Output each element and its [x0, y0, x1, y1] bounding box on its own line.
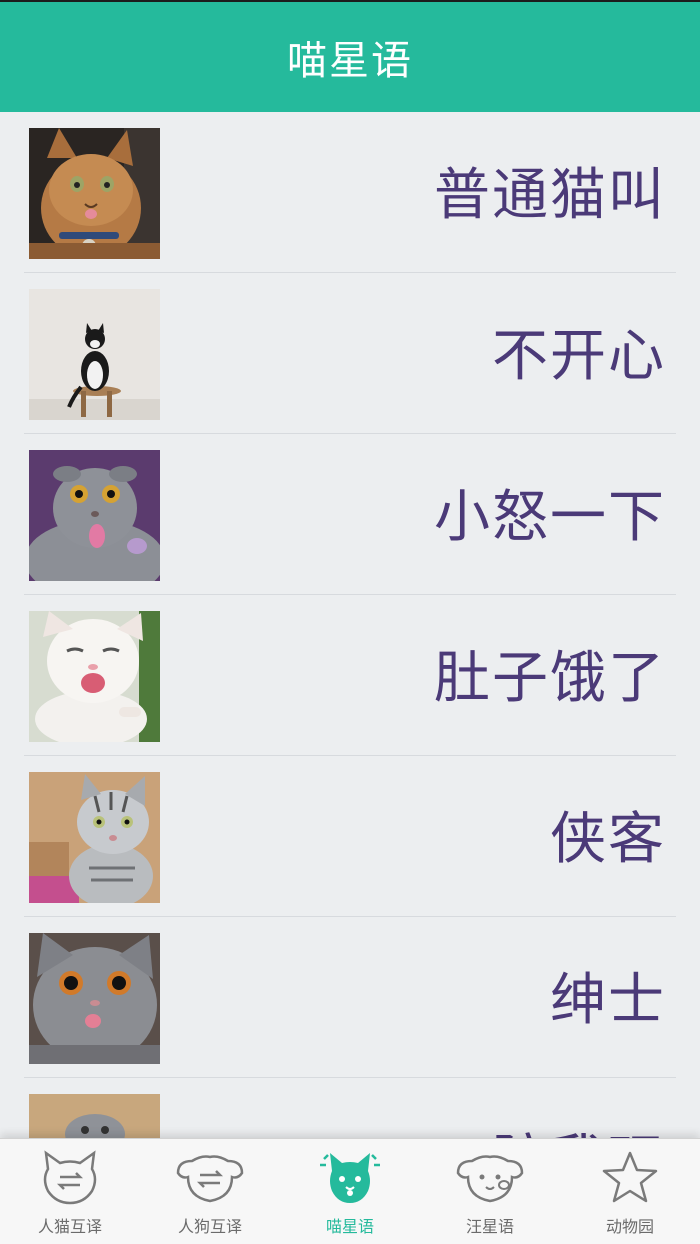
list-item[interactable]: 肚子饿了	[24, 595, 676, 756]
list-item[interactable]: 绅士	[24, 917, 676, 1078]
tab-cat-translate[interactable]: 人猫互译	[0, 1139, 140, 1244]
grey-kitten-photo	[29, 1094, 160, 1138]
bottom-tab-bar: 人猫互译 人狗互译 喵星语 汪星语 动物园	[0, 1138, 700, 1244]
row-label: 普通猫叫	[434, 163, 666, 228]
tab-label: 动物园	[605, 1217, 654, 1236]
cat-face-icon	[320, 1153, 380, 1203]
tuxedo-cat-on-stool-photo	[29, 289, 160, 420]
row-label: 肚子饿了	[434, 646, 666, 711]
orange-tabby-cat-photo	[29, 128, 160, 259]
tab-dog-translate[interactable]: 人狗互译	[140, 1139, 280, 1244]
list-item[interactable]: 陪我玩	[24, 1078, 676, 1138]
page-title: 喵星语	[287, 38, 413, 84]
tab-cat-language[interactable]: 喵星语	[280, 1139, 420, 1244]
tab-zoo[interactable]: 动物园	[560, 1139, 700, 1244]
row-label: 侠客	[550, 807, 666, 872]
tab-label: 人猫互译	[37, 1217, 102, 1236]
row-label: 陪我玩	[492, 1116, 666, 1138]
cat-translate-icon	[43, 1150, 97, 1205]
tab-dog-language[interactable]: 汪星语	[420, 1139, 560, 1244]
grey-cat-big-eyes-photo	[29, 933, 160, 1064]
row-label: 不开心	[492, 324, 666, 389]
tab-label: 人狗互译	[177, 1217, 242, 1236]
tab-label: 汪星语	[465, 1217, 514, 1236]
app-screen: 喵星语 普通猫叫 不开心 小怒一下 肚子饿了 侠客 绅士 人猫互译 人狗互译 喵…	[0, 0, 700, 1244]
list-item[interactable]: 不开心	[24, 273, 676, 434]
list-item[interactable]: 侠客	[24, 756, 676, 917]
dog-translate-icon	[176, 1155, 244, 1203]
dog-face-icon	[456, 1155, 524, 1203]
row-label: 绅士	[550, 968, 666, 1033]
title-bar: 喵星语	[0, 0, 700, 112]
grey-scottish-fold-cat-photo	[29, 450, 160, 581]
row-label: 小怒一下	[434, 485, 666, 550]
silver-tabby-cat-photo	[29, 772, 160, 903]
list-item[interactable]: 小怒一下	[24, 434, 676, 595]
list-item[interactable]: 普通猫叫	[24, 112, 676, 273]
tab-label: 喵星语	[325, 1217, 374, 1236]
star-icon	[602, 1151, 658, 1203]
white-kitten-meowing-photo	[29, 611, 160, 742]
sound-list[interactable]: 普通猫叫 不开心 小怒一下 肚子饿了 侠客 绅士	[0, 112, 700, 1138]
